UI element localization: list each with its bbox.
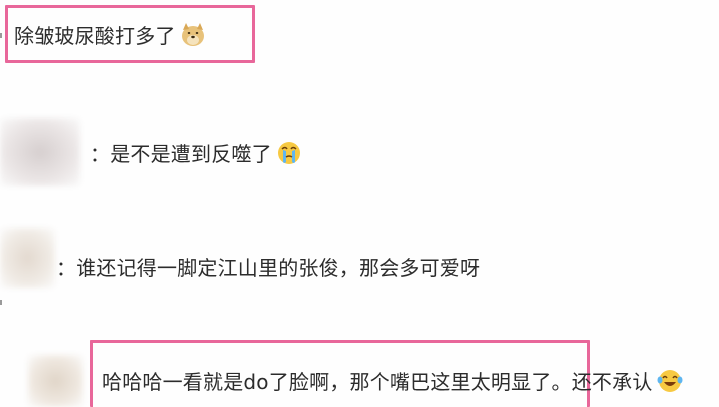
comment-2: ：是不是遭到反噬了	[90, 138, 302, 167]
comment-4: 哈哈哈一看就是do了脸啊，那个嘴巴这里太明显了。还不承认	[102, 366, 683, 395]
avatar	[0, 228, 55, 288]
comment-2-text: ：是不是遭到反噬了	[90, 142, 272, 166]
comment-4-text: 哈哈哈一看就是do了脸啊，那个嘴巴这里太明显了。还不承认	[102, 370, 653, 394]
comment-3-text: ：谁还记得一脚定江山里的张俊，那会多可爱呀	[56, 256, 481, 280]
comment-1: 除皱玻尿酸打多了	[14, 20, 206, 49]
crying-icon	[276, 140, 302, 166]
left-edge-mark	[0, 300, 2, 305]
laughing-tears-icon	[657, 368, 683, 394]
doge-icon	[180, 22, 206, 48]
left-edge-mark	[0, 33, 2, 38]
avatar	[0, 118, 80, 186]
comment-3: ：谁还记得一脚定江山里的张俊，那会多可爱呀	[56, 252, 480, 281]
comment-1-text: 除皱玻尿酸打多了	[14, 24, 176, 48]
avatar	[28, 355, 83, 407]
comment-screenshot: 除皱玻尿酸打多了 ：是不是遭到反噬了 ：谁还记得一脚定江山里的张俊，那会多可爱呀…	[0, 0, 719, 407]
